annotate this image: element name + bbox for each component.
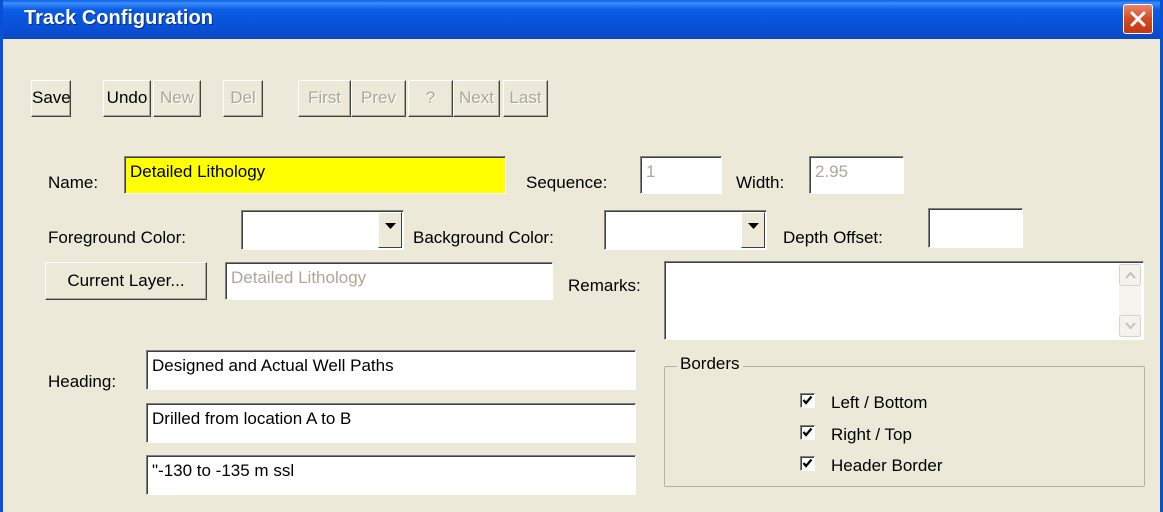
remarks-label: Remarks: bbox=[568, 276, 641, 295]
current-layer-button[interactable]: Current Layer... bbox=[45, 262, 207, 300]
remarks-textarea[interactable] bbox=[664, 261, 1144, 340]
name-field[interactable]: Detailed Lithology bbox=[124, 156, 506, 194]
title-bar[interactable]: Track Configuration bbox=[3, 0, 1160, 39]
scroll-down-arrow-icon bbox=[1125, 322, 1136, 330]
new-button[interactable]: New bbox=[153, 80, 201, 117]
check-icon bbox=[802, 427, 813, 437]
close-icon bbox=[1130, 11, 1146, 27]
chevron-down-icon bbox=[748, 223, 759, 229]
right-top-label: Right / Top bbox=[831, 425, 912, 444]
scroll-up-arrow-icon bbox=[1125, 271, 1136, 279]
background-color-label: Background Color: bbox=[413, 228, 554, 247]
help-button[interactable]: ? bbox=[408, 80, 453, 117]
current-layer-field[interactable]: Detailed Lithology bbox=[225, 262, 553, 300]
heading-line-1[interactable]: Designed and Actual Well Paths bbox=[146, 350, 636, 390]
depth-offset-field[interactable] bbox=[928, 208, 1023, 248]
header-border-checkbox[interactable] bbox=[800, 456, 815, 471]
right-top-checkbox[interactable] bbox=[800, 425, 815, 440]
width-field[interactable]: 2.95 bbox=[809, 156, 904, 194]
header-border-label: Header Border bbox=[831, 456, 943, 475]
first-button[interactable]: First bbox=[298, 80, 351, 117]
remarks-scrollbar[interactable] bbox=[1119, 264, 1141, 337]
next-button[interactable]: Next bbox=[453, 80, 500, 117]
foreground-color-select[interactable] bbox=[241, 210, 404, 250]
save-button[interactable]: Save bbox=[31, 80, 71, 117]
window-title: Track Configuration bbox=[24, 7, 213, 29]
scroll-up-button[interactable] bbox=[1119, 264, 1141, 286]
check-icon bbox=[802, 395, 813, 405]
background-color-select[interactable] bbox=[604, 210, 767, 250]
sequence-label: Sequence: bbox=[526, 173, 608, 192]
sequence-field[interactable]: 1 bbox=[640, 156, 722, 194]
background-dropdown-button[interactable] bbox=[741, 212, 765, 248]
track-configuration-window: Track Configuration Save Undo New Del Fi… bbox=[0, 0, 1163, 512]
borders-group-title: Borders bbox=[677, 354, 743, 374]
last-button[interactable]: Last bbox=[503, 80, 548, 117]
undo-button[interactable]: Undo bbox=[103, 80, 151, 117]
left-bottom-checkbox[interactable] bbox=[800, 393, 815, 408]
heading-line-2[interactable]: Drilled from location A to B bbox=[146, 403, 636, 443]
heading-line-3[interactable]: "-130 to -135 m ssl bbox=[146, 455, 636, 495]
name-label: Name: bbox=[48, 173, 99, 192]
foreground-color-label: Foreground Color: bbox=[48, 228, 186, 247]
delete-button[interactable]: Del bbox=[223, 80, 263, 117]
left-bottom-label: Left / Bottom bbox=[831, 393, 928, 412]
depth-offset-label: Depth Offset: bbox=[783, 228, 883, 247]
chevron-down-icon bbox=[385, 223, 396, 229]
prev-button[interactable]: Prev bbox=[351, 80, 406, 117]
foreground-dropdown-button[interactable] bbox=[378, 212, 402, 248]
scroll-down-button[interactable] bbox=[1119, 315, 1141, 337]
width-label: Width: bbox=[736, 173, 785, 192]
check-icon bbox=[802, 458, 813, 468]
heading-label: Heading: bbox=[48, 372, 117, 391]
close-button[interactable] bbox=[1123, 4, 1153, 34]
